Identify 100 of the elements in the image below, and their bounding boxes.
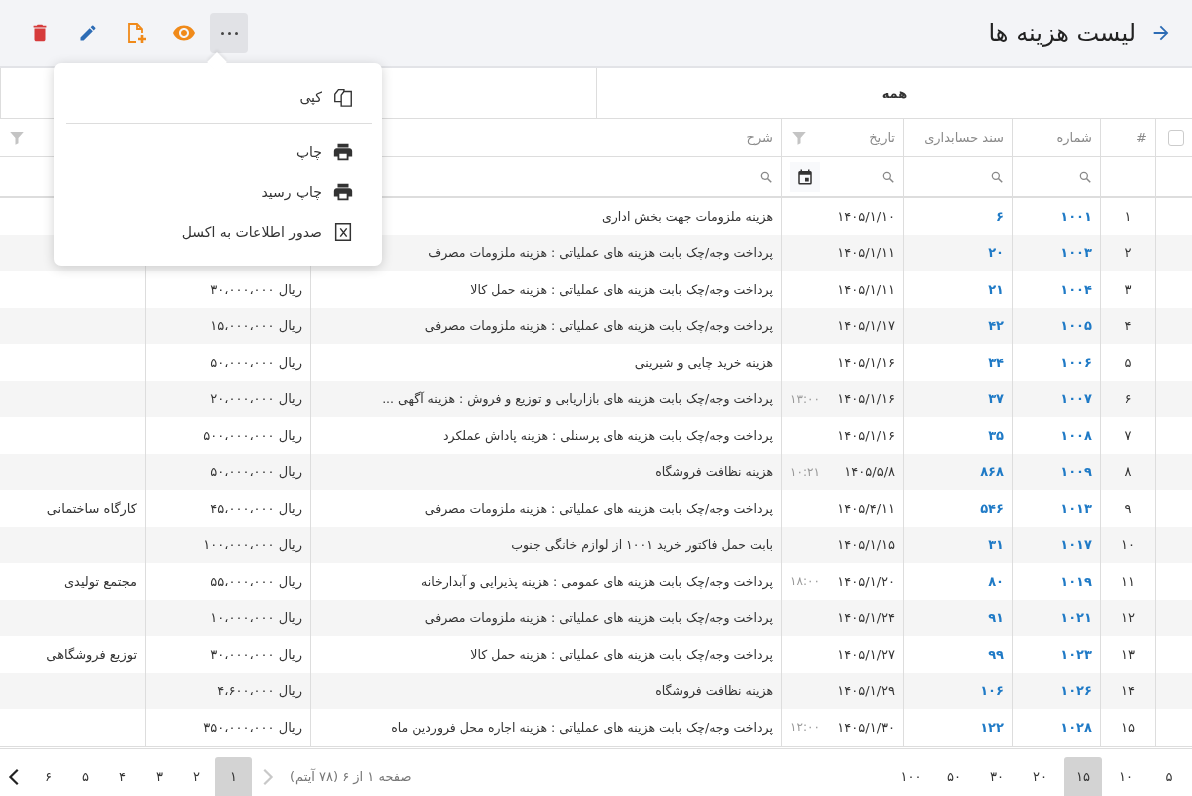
amount-text: ریال ۱۵،۰۰۰،۰۰۰ <box>210 318 302 334</box>
copy-icon <box>332 86 354 108</box>
menu-item[interactable]: صدور اطلاعات به اکسل <box>66 212 372 252</box>
amount-text: ریال ۴،۶۰۰،۰۰۰ <box>217 683 302 699</box>
amount-text: ریال ۳۰،۰۰۰،۰۰۰ <box>210 281 302 297</box>
pencil-icon <box>78 23 98 43</box>
description-text: پرداخت وجه/چک بابت هزینه های عملیاتی : هزینه ملزومات مصرف <box>428 245 773 261</box>
number-link[interactable]: ۱۰۲۸ <box>1060 719 1092 735</box>
calendar-icon <box>796 167 814 186</box>
row-number: ۷ <box>1124 427 1132 443</box>
page-size-button[interactable]: ۱۵ <box>1064 756 1102 796</box>
page-button[interactable]: ۳ <box>141 756 178 796</box>
amount-text: ریال ۱۰،۰۰۰،۰۰۰ <box>210 610 302 626</box>
date-text: ۱۴۰۵/۱/۱۶ <box>837 427 895 443</box>
row-number: ۱۲ <box>1121 610 1135 626</box>
number-link[interactable]: ۱۰۲۱ <box>1060 610 1092 626</box>
time-text: ۱۳:۰۰ <box>790 391 820 406</box>
voucher-link[interactable]: ۳۴ <box>988 354 1004 370</box>
number-link[interactable]: ۱۰۲۳ <box>1060 646 1092 662</box>
row-number: ۳ <box>1124 281 1132 297</box>
search-icon <box>990 169 1004 184</box>
menu-item[interactable]: چاپ <box>66 132 372 172</box>
voucher-link[interactable]: ۹۹ <box>988 646 1004 662</box>
page-size-button[interactable]: ۱۰ <box>1107 756 1145 796</box>
description-text: پرداخت وجه/چک بابت هزینه های عمومی : هزینه پذیرایی و آبدارخانه <box>421 573 773 589</box>
search-icon <box>881 169 895 184</box>
row-number: ۱۴ <box>1121 683 1135 699</box>
page-title: لیست هزینه ها <box>988 19 1136 47</box>
amount-text: ریال ۲۰،۰۰۰،۰۰۰ <box>210 391 302 407</box>
voucher-link[interactable]: ۶ <box>996 208 1004 224</box>
column-header: شرح <box>746 130 773 145</box>
date-text: ۱۴۰۵/۱/۲۹ <box>837 683 895 699</box>
voucher-link[interactable]: ۱۲۲ <box>980 719 1004 735</box>
date-text: ۱۴۰۵/۱/۱۶ <box>837 391 895 407</box>
page-size-button[interactable]: ۵۰ <box>935 756 973 796</box>
page-button[interactable]: ۵ <box>67 756 104 796</box>
page-size-button[interactable]: ۲۰ <box>1021 756 1059 796</box>
calendar-button[interactable] <box>790 161 820 192</box>
page-button[interactable]: ۲ <box>178 756 215 796</box>
date-text: ۱۴۰۵/۱/۱۱ <box>837 281 895 297</box>
row-number: ۵ <box>1124 354 1132 370</box>
number-link[interactable]: ۱۰۰۳ <box>1060 245 1092 261</box>
description-text: پرداخت وجه/چک بابت هزینه های عملیاتی : هزینه اجاره محل فروردین ماه <box>391 719 773 735</box>
column-header: سند حسابداری <box>924 130 1004 145</box>
row-number: ۹ <box>1124 500 1132 516</box>
description-text: هزینه خرید چایی و شیرینی <box>634 354 773 370</box>
page-button[interactable]: ۴ <box>104 756 141 796</box>
row-number: ۴ <box>1124 318 1132 334</box>
voucher-link[interactable]: ۱۰۶ <box>980 683 1004 699</box>
number-link[interactable]: ۱۰۲۶ <box>1060 683 1092 699</box>
number-link[interactable]: ۱۰۰۷ <box>1060 391 1092 407</box>
amount-text: ریال ۴۵،۰۰۰،۰۰۰ <box>210 500 302 516</box>
menu-item[interactable]: چاپ رسید <box>66 172 372 212</box>
row-number: ۱۰ <box>1121 537 1135 553</box>
date-text: ۱۴۰۵/۱/۱۷ <box>837 318 895 334</box>
voucher-link[interactable]: ۵۴۶ <box>980 500 1004 516</box>
voucher-link[interactable]: ۸۰ <box>988 573 1004 589</box>
voucher-link[interactable]: ۲۱ <box>988 281 1004 297</box>
voucher-link[interactable]: ۳۷ <box>988 391 1004 407</box>
page-button[interactable]: ۱ <box>215 756 252 796</box>
date-text: ۱۴۰۵/۱/۱۶ <box>837 354 895 370</box>
number-link[interactable]: ۱۰۰۸ <box>1060 427 1092 443</box>
number-link[interactable]: ۱۰۱۷ <box>1060 537 1092 553</box>
printer-icon <box>332 181 354 203</box>
voucher-link[interactable]: ۹۱ <box>988 610 1004 626</box>
page-size-button[interactable]: ۵ <box>1150 756 1188 796</box>
number-link[interactable]: ۱۰۰۵ <box>1060 318 1092 334</box>
date-text: ۱۴۰۵/۵/۸ <box>844 464 895 480</box>
voucher-link[interactable]: ۴۲ <box>988 318 1004 334</box>
page-button[interactable]: ۶ <box>30 756 67 796</box>
number-link[interactable]: ۱۰۰۴ <box>1060 281 1092 297</box>
voucher-link[interactable]: ۳۵ <box>988 427 1004 443</box>
number-link[interactable]: ۱۰۱۳ <box>1060 500 1092 516</box>
amount-text: ریال ۵۰،۰۰۰،۰۰۰ <box>210 464 302 480</box>
row-number: ۸ <box>1124 464 1132 480</box>
time-text: ۱۸:۰۰ <box>790 574 820 589</box>
checkbox[interactable] <box>1168 129 1184 146</box>
page-size-button[interactable]: ۱۰۰ <box>892 756 930 796</box>
voucher-link[interactable]: ۳۱ <box>988 537 1004 553</box>
row-number: ۲ <box>1124 245 1132 261</box>
table-cell: کارگاه ساختمانی <box>46 500 137 516</box>
description-text: هزینه نظافت فروشگاه <box>655 683 773 699</box>
number-link[interactable]: ۱۰۰۹ <box>1060 464 1092 480</box>
column-header: شماره <box>1056 130 1092 145</box>
number-link[interactable]: ۱۰۱۹ <box>1060 573 1092 589</box>
amount-text: ریال ۵۵،۰۰۰،۰۰۰ <box>210 573 302 589</box>
date-text: ۱۴۰۵/۱/۲۴ <box>837 610 895 626</box>
description-text: پرداخت وجه/چک بابت هزینه های بازاریابی و توزیع و فروش : هزینه آگهی ... <box>382 391 773 407</box>
search-icon <box>1078 169 1092 184</box>
number-link[interactable]: ۱۰۰۶ <box>1060 354 1092 370</box>
date-text: ۱۴۰۵/۴/۱۱ <box>837 500 895 516</box>
page-size-button[interactable]: ۳۰ <box>978 756 1016 796</box>
voucher-link[interactable]: ۸۶۸ <box>980 464 1004 480</box>
table-cell: توزیع فروشگاهی <box>46 646 137 662</box>
description-text: بابت حمل فاکتور خرید ۱۰۰۱ از لوازم خانگی جنوب <box>511 537 773 553</box>
number-link[interactable]: ۱۰۰۱ <box>1060 208 1092 224</box>
amount-text: ریال ۵۰۰،۰۰۰،۰۰۰ <box>203 427 302 443</box>
voucher-link[interactable]: ۲۰ <box>988 245 1004 261</box>
date-text: ۱۴۰۵/۱/۱۵ <box>837 537 895 553</box>
menu-item[interactable]: کپی <box>66 77 372 117</box>
